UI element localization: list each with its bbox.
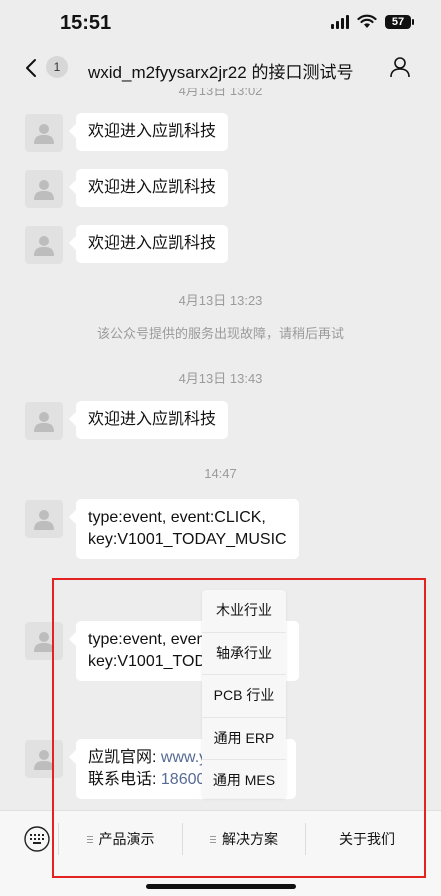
- submenu-item-wood[interactable]: 木业行业: [202, 590, 286, 633]
- message-text: 欢迎进入应凯科技: [88, 411, 217, 428]
- avatar[interactable]: [25, 500, 63, 538]
- submenu-item-mes[interactable]: 通用 MES: [202, 760, 286, 802]
- home-indicator[interactable]: [146, 884, 296, 889]
- submenu-popup: 木业行业 轴承行业 PCB 行业 通用 ERP 通用 MES: [202, 590, 286, 798]
- signal-icon: [331, 14, 349, 29]
- default-avatar-icon: [34, 124, 54, 144]
- avatar[interactable]: [25, 740, 63, 778]
- message-bubble[interactable]: 欢迎进入应凯科技: [76, 225, 229, 263]
- default-avatar-icon: [34, 632, 54, 652]
- wifi-icon: [357, 14, 377, 28]
- avatar[interactable]: [25, 226, 63, 264]
- timestamp: 4月13日 13:02: [178, 88, 263, 98]
- default-avatar-icon: [34, 412, 54, 432]
- custom-menu-bar: 产品演示 解决方案 关于我们: [0, 810, 441, 867]
- menu-label: 产品演示: [98, 831, 155, 847]
- avatar[interactable]: [25, 402, 63, 440]
- submenu-item-bearing[interactable]: 轴承行业: [202, 633, 286, 676]
- message-text: 欢迎进入应凯科技: [88, 179, 217, 196]
- status-icons: 57: [331, 14, 414, 29]
- unread-count-badge[interactable]: 1: [46, 56, 68, 78]
- avatar[interactable]: [25, 170, 63, 208]
- status-time: 15:51: [60, 12, 112, 34]
- default-avatar-icon: [34, 236, 54, 256]
- home-area: [0, 866, 441, 896]
- timestamp: 4月13日 13:43: [178, 371, 263, 386]
- battery-icon: 57: [385, 14, 414, 29]
- chat-title: wxid_m2fyysarx2jr22 的接口测试号: [88, 63, 354, 82]
- message-bubble[interactable]: 欢迎进入应凯科技: [76, 401, 229, 439]
- menu-label: 关于我们: [339, 831, 395, 847]
- menu-list-icon: [86, 836, 93, 844]
- wechat-chat-screen: 15:51 57 1 wxid_m2fyysarx2jr22 的接口测试号 4月…: [0, 0, 441, 896]
- status-bar: 15:51 57: [0, 0, 441, 48]
- default-avatar-icon: [34, 510, 54, 530]
- submenu-item-erp[interactable]: 通用 ERP: [202, 718, 286, 761]
- message-text-line: type:event, event:CLICK,: [88, 509, 266, 526]
- message-text: 欢迎进入应凯科技: [88, 123, 217, 140]
- message-text-line: key:V1001_TODAY_MUSIC: [88, 531, 287, 548]
- system-notice: 该公众号提供的服务出现故障，请稍后再试: [96, 326, 344, 341]
- person-icon[interactable]: [389, 56, 411, 78]
- menu-label: 解决方案: [222, 831, 278, 847]
- timestamp: 14:47: [204, 466, 237, 481]
- menu-item-solutions[interactable]: 解决方案: [183, 811, 305, 867]
- back-chevron-icon[interactable]: [24, 58, 38, 78]
- nav-bar: 1 wxid_m2fyysarx2jr22 的接口测试号: [0, 48, 441, 88]
- menu-list-icon: [210, 836, 216, 844]
- menu-item-product-demo[interactable]: 产品演示: [59, 811, 182, 867]
- phone-label: 联系电话:: [88, 771, 161, 788]
- message-bubble[interactable]: 欢迎进入应凯科技: [76, 169, 229, 207]
- submenu-item-pcb[interactable]: PCB 行业: [202, 675, 286, 718]
- message-text: 欢迎进入应凯科技: [88, 235, 217, 252]
- website-label: 应凯官网:: [88, 749, 161, 766]
- message-bubble[interactable]: 欢迎进入应凯科技: [76, 113, 229, 151]
- default-avatar-icon: [34, 180, 54, 200]
- keyboard-icon[interactable]: [24, 826, 50, 852]
- message-bubble[interactable]: type:event, event:CLICK, key:V1001_TODAY…: [76, 499, 299, 559]
- avatar[interactable]: [25, 622, 63, 660]
- default-avatar-icon: [34, 750, 54, 770]
- timestamp: 4月13日 13:23: [178, 293, 263, 308]
- avatar[interactable]: [25, 114, 63, 152]
- menu-item-about-us[interactable]: 关于我们: [306, 811, 428, 867]
